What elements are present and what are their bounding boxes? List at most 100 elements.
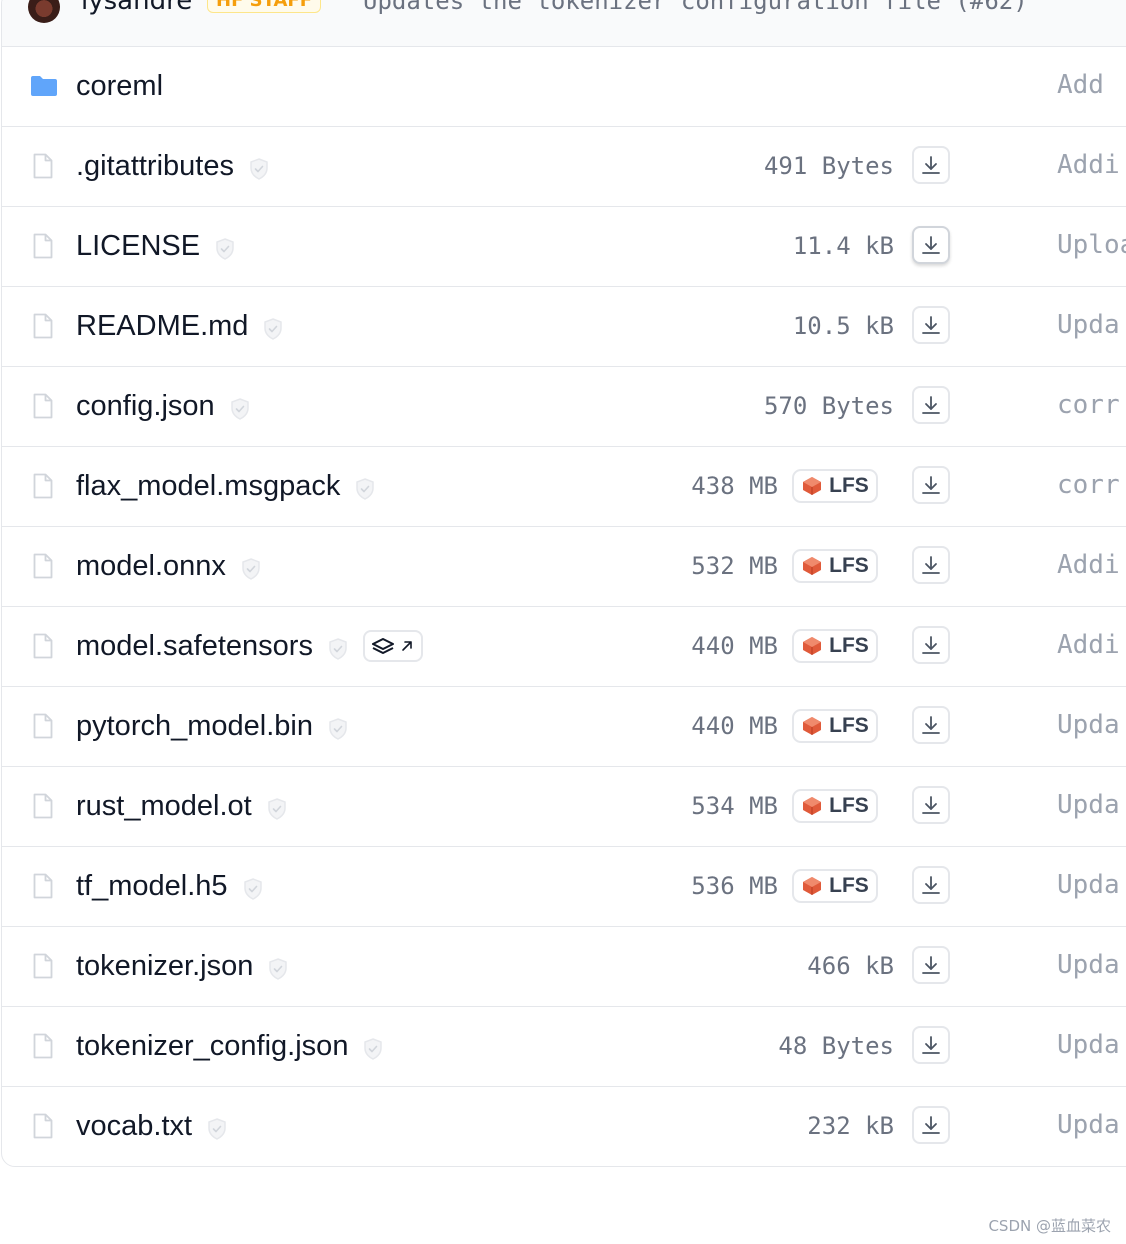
last-commit-message[interactable]: Upda [1057,867,1120,903]
lfs-badge[interactable]: LFS [792,469,878,503]
download-icon [920,1034,942,1056]
file-icon [33,1113,53,1139]
file-row[interactable]: .gitattributes 491 Bytes Addi [2,127,1126,207]
last-commit-message[interactable]: Uploa [1057,227,1126,263]
download-button[interactable] [912,706,950,744]
open-viewer-button[interactable] [362,630,423,662]
file-name[interactable]: LICENSE [76,228,200,264]
download-icon [920,794,942,816]
file-row[interactable]: README.md 10.5 kB Upda [2,287,1126,367]
file-name[interactable]: vocab.txt [76,1108,192,1144]
file-row[interactable]: config.json 570 Bytes corr [2,367,1126,447]
file-name[interactable]: rust_model.ot [76,788,252,824]
file-size: 466 kB [807,952,894,980]
file-size: 534 MB [691,792,778,820]
file-icon [33,313,53,339]
file-icon [33,473,53,499]
file-size: 48 Bytes [778,1032,894,1060]
staff-badge: HF STAFF [207,0,321,13]
download-button[interactable] [912,226,950,264]
file-row[interactable]: tokenizer.json 466 kB Upda [2,927,1126,1007]
shield-check-icon[interactable] [327,634,349,660]
file-size: 536 MB [691,872,778,900]
last-commit-message[interactable]: Upda [1057,947,1120,983]
file-row[interactable]: LICENSE 11.4 kB Uploa [2,207,1126,287]
file-name[interactable]: .gitattributes [76,148,234,184]
download-icon [920,474,942,496]
shield-check-icon[interactable] [354,474,376,500]
file-name[interactable]: tokenizer.json [76,948,253,984]
download-button[interactable] [912,306,950,344]
file-row[interactable]: flax_model.msgpack 438 MB LFS corr [2,447,1126,527]
shield-check-icon[interactable] [262,314,284,340]
shield-check-icon[interactable] [206,1114,228,1140]
avatar[interactable] [28,0,60,23]
download-button[interactable] [912,386,950,424]
file-name[interactable]: README.md [76,308,248,344]
folder-name[interactable]: coreml [76,68,163,104]
folder-row[interactable]: coreml Add [2,47,1126,127]
commit-message[interactable]: Updates the tokenizer configuration file… [363,0,1028,17]
file-name[interactable]: tokenizer_config.json [76,1028,348,1064]
file-name[interactable]: model.safetensors [76,628,313,664]
shield-check-icon[interactable] [266,794,288,820]
file-row[interactable]: model.onnx 532 MB LFS Addi [2,527,1126,607]
file-name-cell: .gitattributes [76,148,270,184]
last-commit-message[interactable]: Upda [1057,707,1120,743]
shield-check-icon[interactable] [229,394,251,420]
download-button[interactable] [912,466,950,504]
shield-check-icon[interactable] [240,554,262,580]
file-icon [33,553,53,579]
lfs-badge[interactable]: LFS [792,789,878,823]
download-button[interactable] [912,1106,950,1144]
file-row[interactable]: tokenizer_config.json 48 Bytes Upda [2,1007,1126,1087]
file-row[interactable]: pytorch_model.bin 440 MB LFS Upda [2,687,1126,767]
download-button[interactable] [912,146,950,184]
last-commit-message[interactable]: Upda [1057,307,1120,343]
file-name-cell: config.json [76,388,251,424]
file-name[interactable]: config.json [76,388,215,424]
last-commit-message[interactable]: corr [1057,387,1120,423]
file-name[interactable]: tf_model.h5 [76,868,228,904]
last-commit-message[interactable]: Addi [1057,147,1120,183]
file-row[interactable]: vocab.txt 232 kB Upda [2,1087,1126,1166]
file-size: 438 MB [691,472,778,500]
shield-check-icon[interactable] [242,874,264,900]
download-button[interactable] [912,866,950,904]
last-commit-message[interactable]: Upda [1057,1107,1120,1143]
file-row[interactable]: model.safetensors 440 MB LFS Addi [2,607,1126,687]
download-button[interactable] [912,626,950,664]
last-commit-message[interactable]: corr [1057,467,1120,503]
lfs-badge[interactable]: LFS [792,549,878,583]
last-commit-message[interactable]: Upda [1057,1027,1120,1063]
lfs-icon [801,875,823,897]
file-row[interactable]: tf_model.h5 536 MB LFS Upda [2,847,1126,927]
file-size: 440 MB [691,632,778,660]
shield-check-icon[interactable] [214,234,236,260]
lfs-badge[interactable]: LFS [792,709,878,743]
file-size: 10.5 kB [792,312,894,340]
download-button[interactable] [912,946,950,984]
file-name-cell: pytorch_model.bin [76,708,349,744]
file-row[interactable]: rust_model.ot 534 MB LFS Upda [2,767,1126,847]
last-commit-message[interactable]: Upda [1057,787,1120,823]
download-button[interactable] [912,1026,950,1064]
shield-check-icon[interactable] [248,154,270,180]
download-button[interactable] [912,786,950,824]
lfs-label: LFS [829,794,869,817]
last-commit-message[interactable]: Add [1057,67,1104,103]
file-name[interactable]: flax_model.msgpack [76,468,340,504]
lfs-icon [801,715,823,737]
file-name[interactable]: model.onnx [76,548,226,584]
shield-check-icon[interactable] [362,1034,384,1060]
shield-check-icon[interactable] [267,954,289,980]
lfs-badge[interactable]: LFS [792,629,878,663]
file-icon [33,793,53,819]
last-commit-message[interactable]: Addi [1057,547,1120,583]
shield-check-icon[interactable] [327,714,349,740]
lfs-badge[interactable]: LFS [792,869,878,903]
commit-author[interactable]: lysandre [81,0,192,17]
download-button[interactable] [912,546,950,584]
file-name[interactable]: pytorch_model.bin [76,708,313,744]
last-commit-message[interactable]: Addi [1057,627,1120,663]
